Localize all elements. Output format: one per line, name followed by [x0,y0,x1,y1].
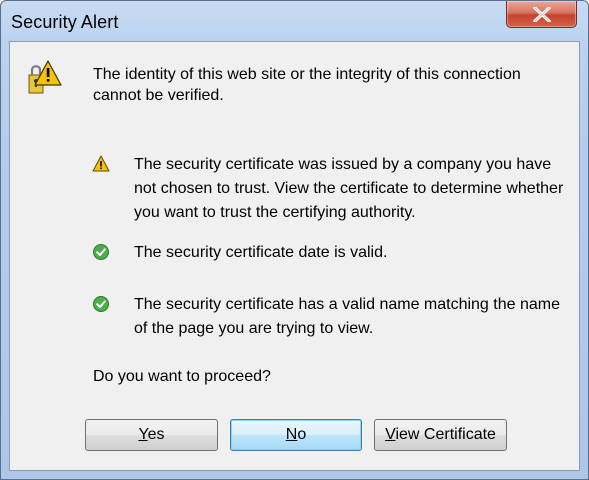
no-button[interactable]: No [230,419,362,451]
no-button-label: o [297,426,307,443]
close-button[interactable] [506,1,577,28]
yes-button[interactable]: Yes [85,419,218,451]
dialog-client-area: The identity of this web site or the int… [9,41,580,471]
check-icon [93,244,109,260]
dialog-title: Security Alert [11,12,119,32]
proceed-question: Do you want to proceed? [93,368,271,385]
close-icon [533,7,551,22]
certificate-issuer-text: The security certificate was issued by a… [134,156,564,221]
view-certificate-label: iew Certificate [395,426,496,443]
security-alert-dialog: Security Alert The identity of this web … [0,0,589,480]
yes-button-label: es [147,426,165,443]
no-button-accesskey: N [285,426,298,443]
yes-button-accesskey: Y [138,426,148,443]
certificate-date-text: The security certificate date is valid. [134,244,388,261]
title-bar[interactable]: Security Alert [1,1,588,41]
warning-icon [92,155,110,172]
security-lock-warning-icon [28,60,62,94]
view-certificate-accesskey: V [385,426,396,443]
intro-text: The identity of this web site or the int… [93,66,521,104]
certificate-name-text: The security certificate has a valid nam… [134,296,560,337]
view-certificate-button[interactable]: View Certificate [374,419,507,451]
check-icon [93,296,109,312]
